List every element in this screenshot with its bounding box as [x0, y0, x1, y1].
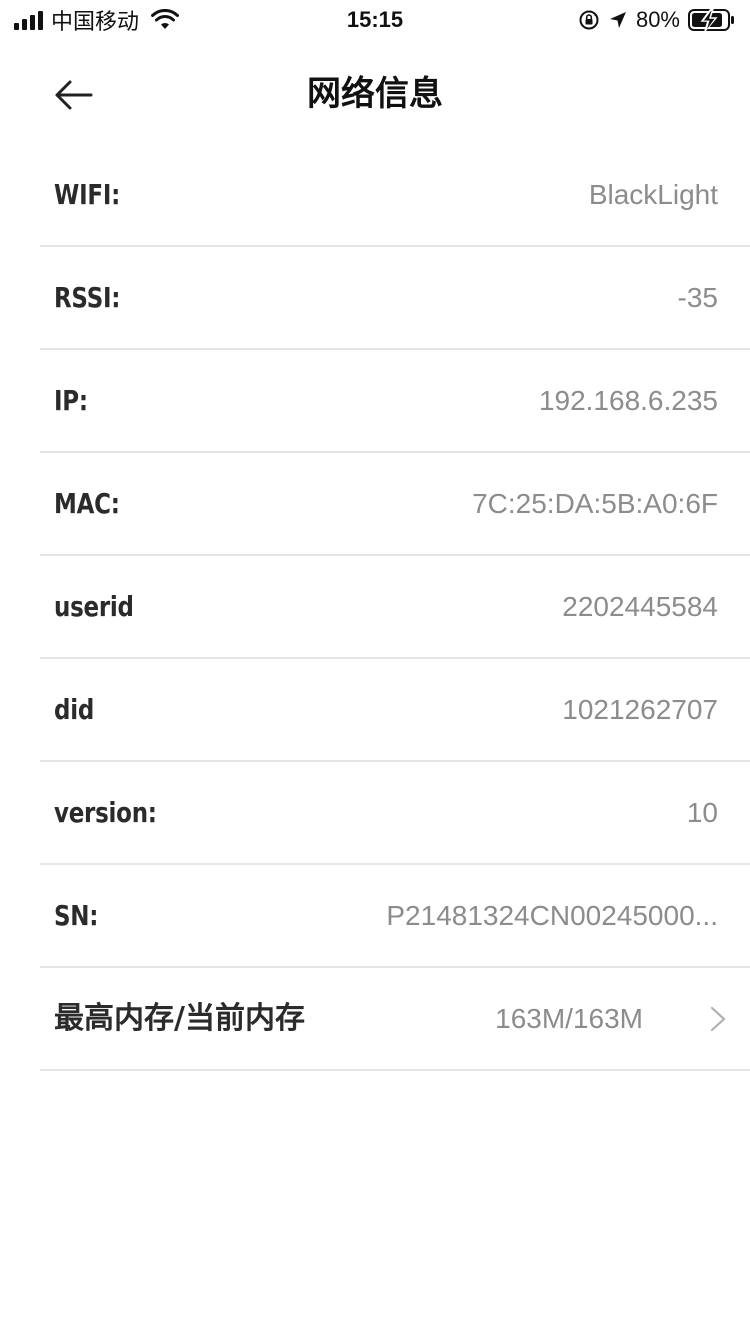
mac-label: MAC: [54, 487, 120, 520]
mac-row: MAC: 7C:25:DA:5B:A0:6F [40, 453, 750, 556]
battery-charging-icon [688, 8, 734, 32]
sn-value: P21481324CN00245000... [386, 900, 718, 931]
did-row: did 1021262707 [40, 659, 750, 762]
status-right: 80% [578, 6, 736, 34]
wifi-row: WIFI: BlackLight [40, 144, 750, 247]
network-info-list: WIFI: BlackLight RSSI: -35 IP: 192.168.6… [40, 144, 750, 1071]
did-value: 1021262707 [562, 694, 718, 725]
rssi-value: -35 [677, 282, 718, 313]
orientation-lock-icon [579, 10, 599, 30]
ip-row: IP: 192.168.6.235 [40, 350, 750, 453]
sn-label: SN: [54, 899, 99, 932]
rssi-label: RSSI: [54, 281, 121, 314]
userid-row: userid 2202445584 [40, 556, 750, 659]
wifi-label: WIFI: [54, 178, 121, 211]
userid-value: 2202445584 [562, 591, 718, 622]
version-label: version: [54, 796, 157, 829]
did-label: did [54, 693, 95, 726]
page-title: 网络信息 [307, 74, 443, 114]
memory-value: 163M/163M [495, 1003, 643, 1034]
chevron-right-icon [710, 1006, 726, 1032]
location-arrow-icon [609, 12, 626, 28]
ip-label: IP: [54, 384, 88, 417]
mac-value: 7C:25:DA:5B:A0:6F [472, 488, 718, 519]
userid-label: userid [54, 590, 134, 623]
battery-percent: 80% [635, 7, 680, 32]
rssi-row: RSSI: -35 [40, 247, 750, 350]
wifi-value: BlackLight [588, 179, 718, 210]
memory-row[interactable]: 最高内存/当前内存 163M/163M [40, 968, 750, 1071]
version-row: version: 10 [40, 762, 750, 865]
sn-row: SN: P21481324CN00245000... [40, 865, 750, 968]
version-value: 10 [686, 797, 718, 828]
ip-value: 192.168.6.235 [538, 385, 718, 416]
memory-label: 最高内存/当前内存 [54, 1001, 305, 1036]
nav-bar: 网络信息 [0, 50, 750, 138]
status-bar: 中国移动 15:15 80% [0, 0, 750, 40]
